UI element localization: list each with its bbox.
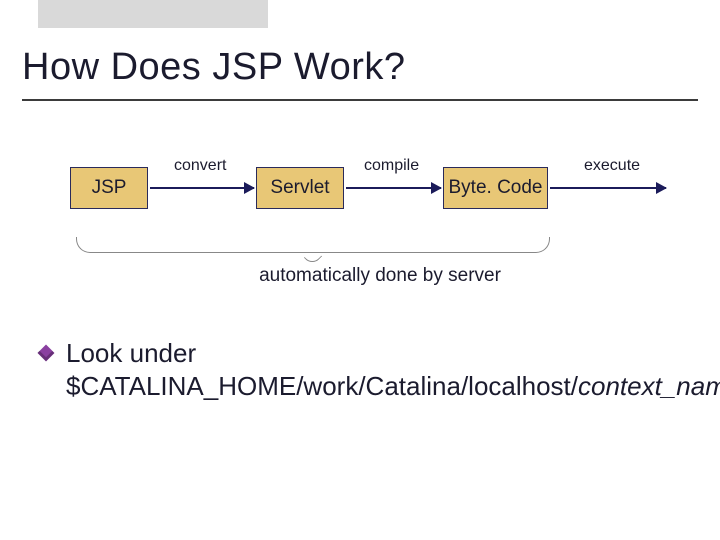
edge-label-compile: compile — [364, 157, 419, 175]
bullet-text: Look under $CATALINA_HOME/work/Catalina/… — [66, 337, 720, 404]
title-tab-decoration — [38, 0, 268, 28]
edge-label-convert: convert — [174, 157, 226, 175]
node-bytecode: Byte. Code — [443, 167, 548, 209]
title-bar — [0, 0, 720, 28]
brace-icon — [76, 237, 550, 267]
slide: How Does JSP Work? JSP convert Servlet c… — [0, 0, 720, 540]
node-servlet: Servlet — [256, 167, 344, 209]
arrow-compile — [346, 187, 441, 189]
bullet-italic-tail: context_name — [578, 371, 720, 401]
arrow-execute — [550, 187, 666, 189]
diamond-bullet-icon — [38, 345, 55, 362]
title-underline — [22, 99, 698, 101]
body-text: Look under $CATALINA_HOME/work/Catalina/… — [40, 337, 680, 404]
bullet-item: Look under $CATALINA_HOME/work/Catalina/… — [40, 337, 680, 404]
brace-caption: automatically done by server — [0, 265, 720, 287]
bullet-line: Look under $CATALINA_HOME/work/Catalina/… — [66, 338, 578, 401]
edge-label-execute: execute — [584, 157, 640, 175]
node-jsp: JSP — [70, 167, 148, 209]
slide-title: How Does JSP Work? — [22, 46, 720, 89]
brace-group: automatically done by server — [0, 237, 720, 281]
flow-diagram: JSP convert Servlet compile Byte. Code e… — [0, 153, 720, 233]
arrow-convert — [150, 187, 254, 189]
